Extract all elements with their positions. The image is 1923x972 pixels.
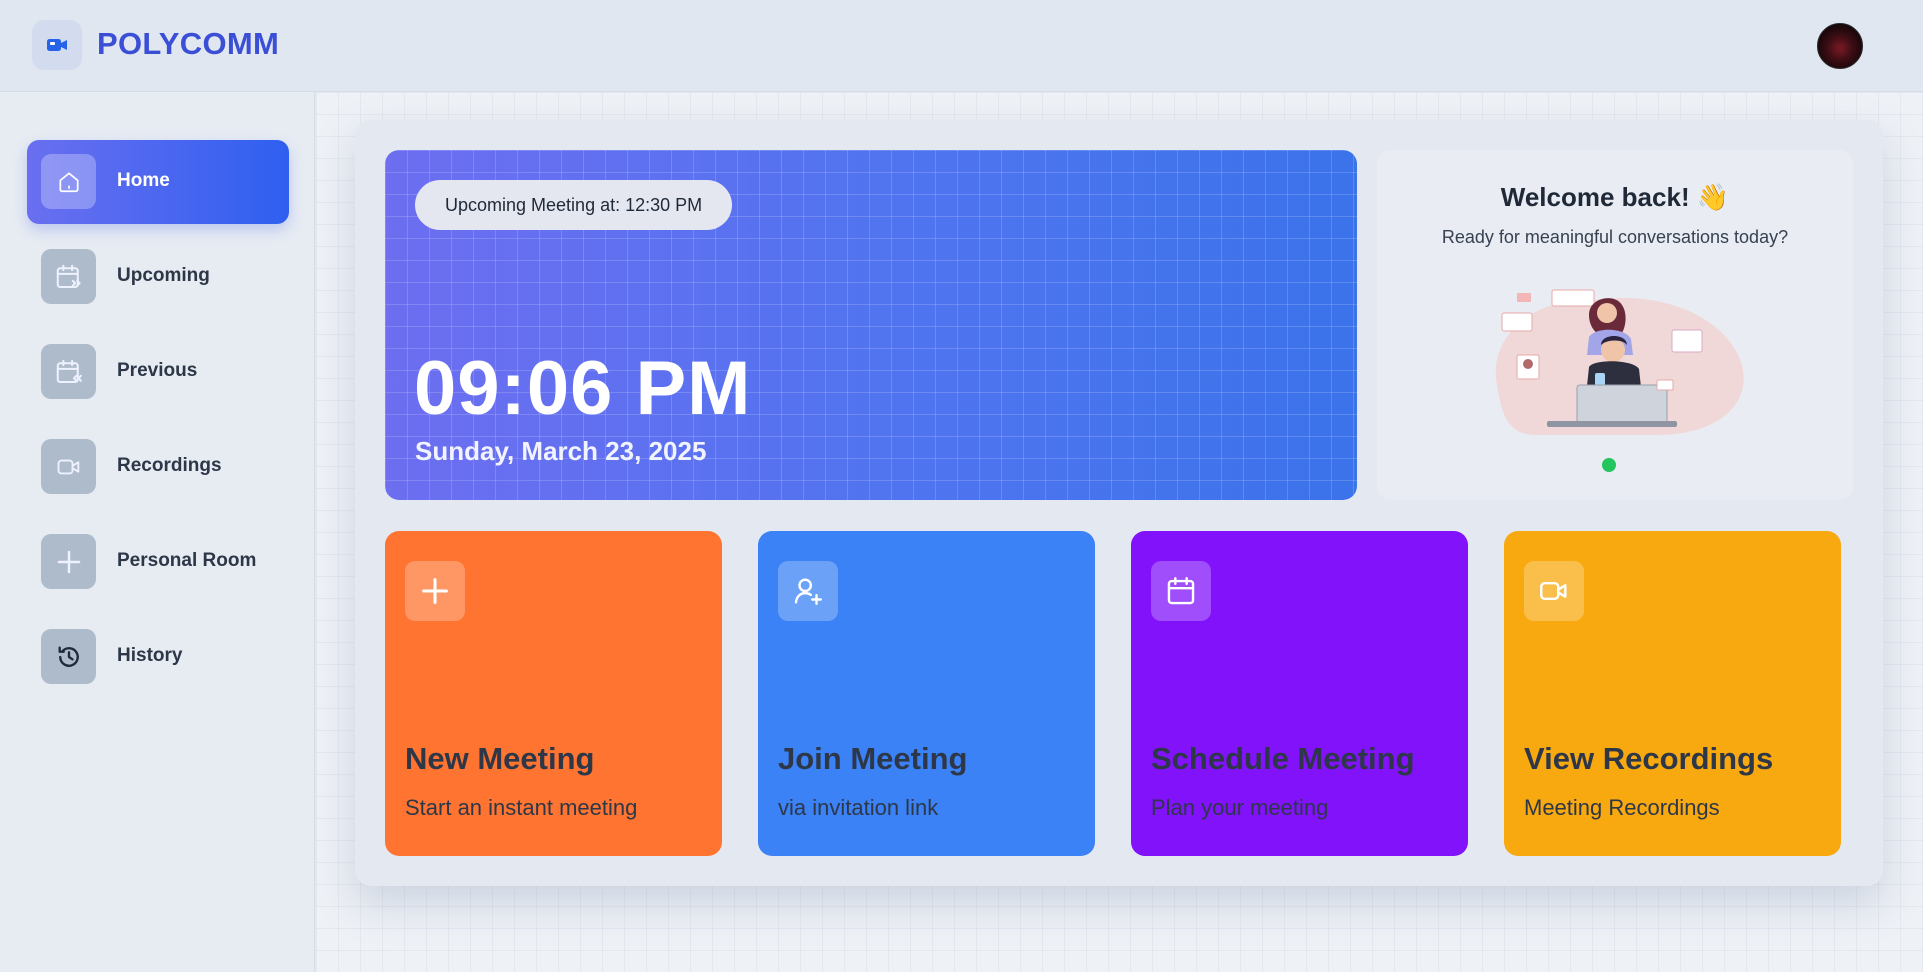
status-indicator <box>1602 458 1616 472</box>
welcome-card: Welcome back! 👋 Ready for meaningful con… <box>1377 150 1853 500</box>
video-camera-icon <box>47 39 67 51</box>
card-subtitle: Meeting Recordings <box>1524 795 1720 820</box>
calendar-icon <box>1151 561 1211 621</box>
schedule-meeting-card[interactable]: Schedule Meeting Plan your meeting <box>1131 531 1468 856</box>
sidebar-item-previous[interactable]: Previous <box>27 330 289 414</box>
plus-icon <box>405 561 465 621</box>
sidebar-item-home[interactable]: Home <box>27 140 289 224</box>
join-meeting-card[interactable]: Join Meeting via invitation link <box>758 531 1095 856</box>
sidebar-item-label: Home <box>117 170 170 191</box>
sidebar-item-label: Previous <box>117 360 198 381</box>
history-icon <box>41 629 96 684</box>
illustration-image <box>1495 289 1744 435</box>
sidebar-item-label: Recordings <box>117 455 222 476</box>
user-avatar[interactable] <box>1817 23 1863 69</box>
calendar-back-icon <box>41 344 96 399</box>
sidebar-item-personal-room[interactable]: Personal Room <box>27 520 289 604</box>
hero-banner: Upcoming Meeting at: 12:30 PM 09:06 PM S… <box>385 150 1357 500</box>
card-subtitle: Plan your meeting <box>1151 795 1329 820</box>
current-time: 09:06 PM <box>414 346 752 431</box>
upcoming-meeting-badge[interactable]: Upcoming Meeting at: 12:30 PM <box>415 180 733 230</box>
new-meeting-card[interactable]: New Meeting Start an instant meeting <box>385 531 722 856</box>
user-plus-icon <box>778 561 838 621</box>
logo[interactable] <box>32 20 82 70</box>
sidebar-item-history[interactable]: History <box>27 615 289 699</box>
calendar-forward-icon <box>41 249 96 304</box>
plus-icon <box>41 534 96 589</box>
card-subtitle: Start an instant meeting <box>405 795 638 820</box>
view-recordings-card[interactable]: View Recordings Meeting Recordings <box>1504 531 1841 856</box>
card-title: New Meeting <box>405 741 595 776</box>
sidebar: Home Upcoming Previous Recordings Person… <box>0 92 315 972</box>
sidebar-item-label: History <box>117 645 183 666</box>
video-icon <box>1524 561 1584 621</box>
sidebar-item-label: Personal Room <box>117 550 257 571</box>
brand-name[interactable]: POLYCOMM <box>97 26 279 62</box>
card-subtitle: via invitation link <box>778 795 939 820</box>
current-date: Sunday, March 23, 2025 <box>415 436 707 466</box>
sidebar-item-label: Upcoming <box>117 265 210 286</box>
card-title: Schedule Meeting <box>1151 741 1415 776</box>
video-icon <box>41 439 96 494</box>
welcome-title: Welcome back! 👋 <box>1500 182 1730 212</box>
home-icon <box>41 154 96 209</box>
welcome-subtitle: Ready for meaningful conversations today… <box>1441 227 1789 247</box>
sidebar-item-recordings[interactable]: Recordings <box>27 425 289 509</box>
card-title: View Recordings <box>1524 741 1774 776</box>
top-navbar: POLYCOMM <box>0 0 1923 92</box>
sidebar-item-upcoming[interactable]: Upcoming <box>27 235 289 319</box>
card-title: Join Meeting <box>778 741 968 776</box>
